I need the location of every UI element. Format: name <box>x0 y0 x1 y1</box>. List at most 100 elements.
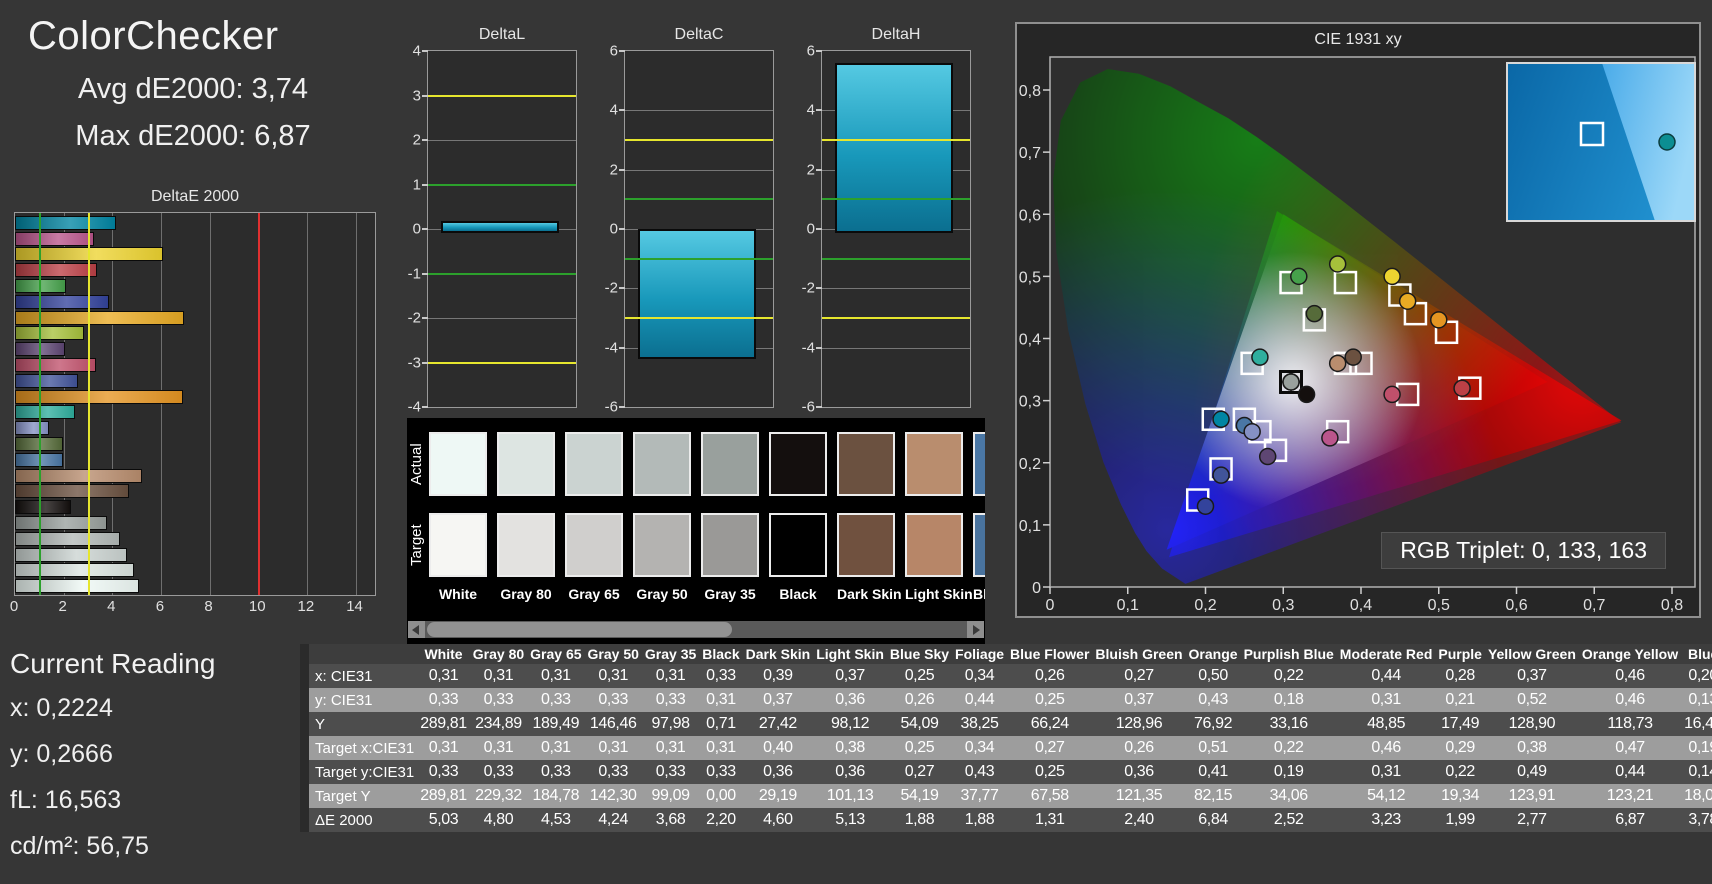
table-cell: 0,33 <box>428 763 459 780</box>
inset-measured-circle <box>1658 133 1676 151</box>
y-tick-label: 2 <box>609 161 618 179</box>
table-cell: 4,60 <box>763 811 793 828</box>
y-tick-label: 4 <box>609 101 618 119</box>
column-header: Yellow Green <box>1484 644 1579 664</box>
column-header: Foliage <box>952 644 1008 664</box>
current-reading-block: Current Reading x: 0,2224 y: 0,2666 fL: … <box>10 648 290 878</box>
cie-y-tick-label: 0,3 <box>1019 394 1041 411</box>
y-tick-label: -4 <box>801 339 815 357</box>
swatch-label: Dark Skin <box>837 586 902 602</box>
table-cell: 0,33 <box>598 763 628 780</box>
column-header: Blue Sky <box>886 644 953 664</box>
cie-y-tick-label: 0,6 <box>1019 207 1041 224</box>
table-cell: 289,81 <box>420 787 467 804</box>
table-cell: 5,13 <box>835 811 865 828</box>
table-corner <box>309 644 418 664</box>
target-row-label: Target <box>408 524 425 566</box>
y-tick-dash <box>619 50 625 52</box>
table-cell: 0,41 <box>1198 763 1228 780</box>
table-cell: 97,98 <box>651 715 690 732</box>
y-tick-label: 3 <box>412 87 421 104</box>
deltae-bar <box>15 468 142 483</box>
table-cell: 29,19 <box>758 787 797 804</box>
table-cell: 0,37 <box>1517 667 1547 684</box>
table-cell: 0,31 <box>706 739 736 756</box>
row-label: x: CIE31 <box>315 667 373 685</box>
table-cell: 66,24 <box>1030 715 1069 732</box>
table-cell: 229,32 <box>475 787 522 804</box>
cie-y-tick-label: 0,7 <box>1019 145 1041 162</box>
table-cell: 0,33 <box>706 763 736 780</box>
table-cell: 0,27 <box>1034 739 1065 756</box>
max-de2000: Max dE2000: 6,87 <box>75 120 311 152</box>
readings-table-wrap: White Gray 80 Gray 65 Gray 50 Gray 35 Black Da… <box>300 644 1712 832</box>
current-reading-title: Current Reading <box>10 648 216 679</box>
table-cell: 0,46 <box>1371 739 1401 756</box>
table-cell: 0,36 <box>763 763 793 780</box>
axis-tick-label: 10 <box>248 598 266 615</box>
table-cell: 0,26 <box>1124 739 1154 756</box>
swatch-actual <box>429 432 487 496</box>
table-cell: 37,77 <box>960 787 999 804</box>
cie-measured-circle <box>1282 373 1300 391</box>
delta-chart-title: DeltaL <box>478 26 526 43</box>
current-y: y: 0,2666 <box>10 740 113 768</box>
table-cell: 99,09 <box>651 787 690 804</box>
deltae-bar-row <box>15 500 375 515</box>
column-header: Purplish Blue <box>1240 644 1337 664</box>
cie-measured-circle <box>1212 466 1230 484</box>
y-tick-label: 2 <box>806 161 815 179</box>
table-row: Target Y 289,81 229,32 184,78 142,30 99,09 0,0… <box>309 784 1712 808</box>
avg-de2000: Avg dE2000: 3,74 <box>77 73 309 105</box>
table-cell: 0,31 <box>428 667 459 684</box>
deltae-bar-row <box>15 357 375 372</box>
cie-measured-circle <box>1290 267 1308 286</box>
cie-x-tick-label: 0,1 <box>1117 597 1139 614</box>
table-cell: 0,34 <box>964 667 995 684</box>
summary-block: ColorChecker Avg dE2000: 3,74 Max dE2000… <box>28 14 358 153</box>
deltae-bar-row <box>15 452 375 467</box>
deltae-bar-row <box>15 342 375 357</box>
column-header: Gray 80 <box>469 644 528 664</box>
reference-line <box>87 213 90 595</box>
swatch-label: Black <box>779 586 817 602</box>
y-tick-dash <box>816 406 822 408</box>
table-cell: 3,23 <box>1371 811 1401 828</box>
deltae-bar <box>15 515 107 530</box>
column-header: Gray 65 <box>527 644 585 664</box>
row-label: Y <box>315 715 326 733</box>
swatch-actual <box>837 432 895 496</box>
table-cell: 0,46 <box>1615 667 1645 684</box>
deltae-bar <box>15 215 116 230</box>
deltae-bar <box>15 373 79 388</box>
deltae-bar <box>15 484 129 499</box>
table-cell: 0,22 <box>1445 763 1475 780</box>
cie-diagram-panel: CIE 1931 xy 0 0,1 0,2 0,3 0,4 0,5 0,6 0,… <box>1015 22 1701 618</box>
deltae-bar <box>15 263 97 278</box>
reference-line <box>258 213 261 595</box>
table-cell: 0,14 <box>1688 763 1712 780</box>
cie-measured-circle <box>1430 311 1448 329</box>
table-cell: 0,31 <box>655 739 686 756</box>
swatch-scrollbar[interactable] <box>408 621 984 638</box>
scroll-left-arrow[interactable] <box>408 621 425 638</box>
column-header: Light Skin <box>813 644 887 664</box>
column-header: Dark Skin <box>742 644 814 664</box>
table-cell: 16,45 <box>1684 715 1712 732</box>
delta-bar <box>638 229 757 359</box>
scroll-right-arrow[interactable] <box>967 621 984 638</box>
reference-line <box>625 317 773 319</box>
table-cell: 0,25 <box>904 739 935 756</box>
table-cell: 0,31 <box>428 739 459 756</box>
scrollbar-thumb[interactable] <box>427 622 733 637</box>
cie-y-tick-label: 0,8 <box>1019 83 1041 100</box>
table-cell: 0,25 <box>1034 691 1065 708</box>
deltae-bar-row <box>15 579 375 594</box>
swatch-target <box>905 513 963 577</box>
deltae-bar-row <box>15 405 375 420</box>
reference-line <box>428 183 576 186</box>
table-cell: 0,40 <box>763 739 793 756</box>
table-cell: 0,47 <box>1615 739 1645 756</box>
y-tick-label: -3 <box>407 354 421 371</box>
deltae-bar-row <box>15 389 375 404</box>
